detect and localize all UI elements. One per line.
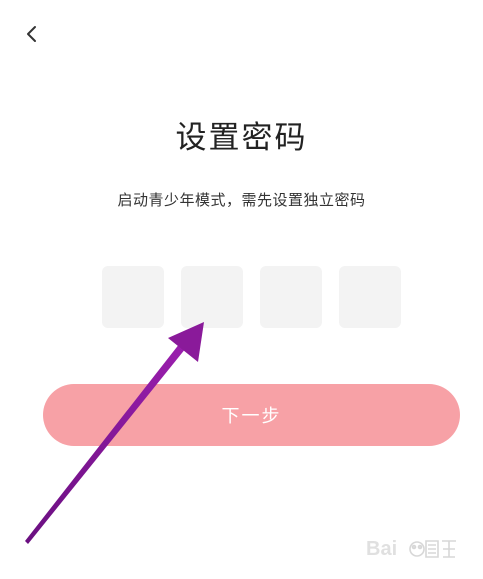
watermark-logo-icon: Bai	[366, 538, 456, 560]
svg-text:Bai: Bai	[366, 538, 397, 560]
page-subtitle: 启动青少年模式，需先设置独立密码	[117, 191, 366, 209]
pin-input-group	[102, 266, 401, 328]
pin-digit-3[interactable]	[260, 266, 322, 328]
chevron-left-icon	[25, 25, 39, 43]
back-button[interactable]	[20, 22, 44, 46]
pin-digit-4[interactable]	[339, 266, 401, 328]
pin-digit-2[interactable]	[181, 266, 243, 328]
next-step-button[interactable]: 下一步	[43, 384, 460, 446]
page-title: 设置密码	[175, 120, 308, 156]
pin-digit-1[interactable]	[102, 266, 164, 328]
